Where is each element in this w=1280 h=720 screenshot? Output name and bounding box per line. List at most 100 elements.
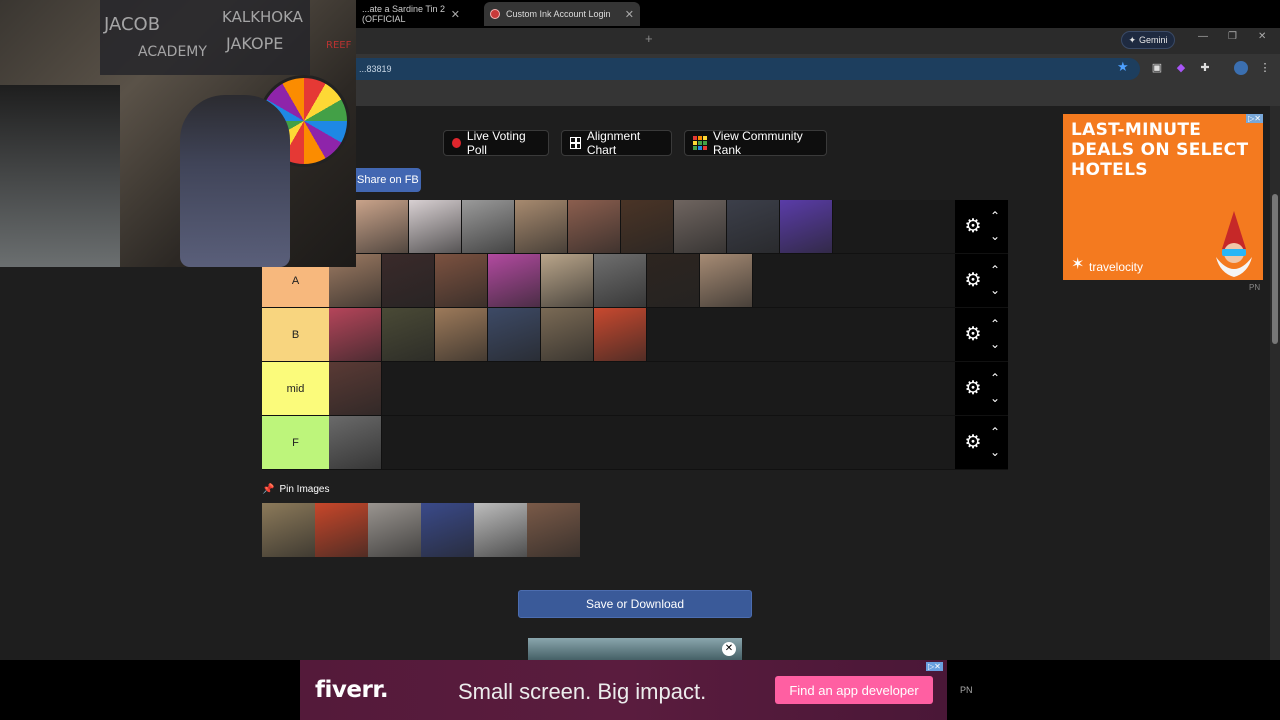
- pinned-image[interactable]: [421, 503, 474, 557]
- tier-item-image[interactable]: [409, 200, 462, 253]
- ad-headline: LAST-MINUTE DEALS ON SELECT HOTELS: [1071, 120, 1249, 180]
- bookmark-star-icon[interactable]: ★: [1117, 59, 1129, 75]
- chevron-down-icon[interactable]: ⌄: [988, 338, 1002, 350]
- pinned-image[interactable]: [262, 503, 315, 557]
- chevron-down-icon[interactable]: ⌄: [988, 446, 1002, 458]
- avatar[interactable]: [1234, 61, 1248, 75]
- close-icon[interactable]: ✕: [722, 642, 736, 656]
- find-developer-button[interactable]: Find an app developer: [775, 676, 933, 704]
- tier-item-image[interactable]: [515, 200, 568, 253]
- tier-label[interactable]: F: [262, 416, 329, 469]
- save-download-button[interactable]: Save or Download: [518, 590, 752, 618]
- ad-choices-icon[interactable]: ▷✕: [1246, 114, 1263, 123]
- new-tab-button[interactable]: +: [645, 31, 653, 46]
- scroll-thumb[interactable]: [1272, 194, 1278, 344]
- tier-label[interactable]: B: [262, 308, 329, 361]
- fiverr-ad[interactable]: fiverr. Small screen. Big impact. Find a…: [300, 660, 947, 720]
- tier-item-image[interactable]: [568, 200, 621, 253]
- tier-item-image[interactable]: [780, 200, 833, 253]
- travelocity-ad[interactable]: LAST-MINUTE DEALS ON SELECT HOTELS ✶ tra…: [1063, 114, 1263, 280]
- tier-item-image[interactable]: [488, 308, 541, 361]
- tab-sardine[interactable]: ...ate a Sardine Tin 2 (OFFICIAL ✕: [356, 2, 466, 26]
- pinned-image[interactable]: [527, 503, 580, 557]
- tier-controls: ⚙ ⌃ ⌄: [955, 254, 1008, 307]
- extension-icon[interactable]: ◆: [1174, 61, 1188, 75]
- tier-item-image[interactable]: [329, 308, 382, 361]
- pin-images-heading: 📌 Pin Images: [262, 484, 329, 495]
- gear-icon[interactable]: ⚙: [963, 217, 983, 237]
- webcam-overlay: JACOB KALKHOKA ACADEMY JAKOPE REEF: [0, 0, 356, 267]
- tier-item-image[interactable]: [594, 308, 647, 361]
- pinned-image[interactable]: [474, 503, 527, 557]
- ad-badge: PN: [960, 685, 973, 695]
- gear-icon[interactable]: ⚙: [963, 379, 983, 399]
- tier-item-image[interactable]: [382, 308, 435, 361]
- tier-item-image[interactable]: [674, 200, 727, 253]
- tier-items: [356, 200, 833, 253]
- tier-row: F ⚙ ⌃ ⌄: [262, 416, 1008, 470]
- close-icon[interactable]: ✕: [625, 8, 634, 21]
- community-rank-button[interactable]: View Community Rank: [684, 129, 827, 157]
- pinned-image[interactable]: [315, 503, 368, 557]
- tier-row: mid ⚙ ⌃ ⌄: [262, 362, 1008, 416]
- chevron-up-icon[interactable]: ⌃: [988, 210, 1002, 222]
- tier-item-image[interactable]: [621, 200, 674, 253]
- tier-item-image[interactable]: [382, 254, 435, 307]
- tier-item-image[interactable]: [356, 200, 409, 253]
- board-text: REEF: [326, 40, 352, 51]
- board-text: ACADEMY: [138, 44, 207, 60]
- gear-icon[interactable]: ⚙: [963, 433, 983, 453]
- tier-item-image[interactable]: [462, 200, 515, 253]
- chevron-down-icon[interactable]: ⌄: [988, 392, 1002, 404]
- gear-icon[interactable]: ⚙: [963, 271, 983, 291]
- minimize-button[interactable]: —: [1198, 31, 1208, 42]
- board-text: KALKHOKA: [222, 8, 303, 26]
- gemini-button[interactable]: ✦ Gemini: [1121, 31, 1175, 49]
- tier-item-image[interactable]: [541, 254, 594, 307]
- address-bar[interactable]: ...83819: [356, 58, 1140, 80]
- gnome-icon: [1216, 211, 1252, 277]
- pinned-image[interactable]: [368, 503, 421, 557]
- tier-item-image[interactable]: [435, 254, 488, 307]
- chevron-up-icon[interactable]: ⌃: [988, 318, 1002, 330]
- small-ad[interactable]: ✕: [528, 638, 742, 662]
- extension-icon[interactable]: ▣: [1150, 61, 1164, 75]
- alignment-chart-button[interactable]: Alignment Chart: [561, 129, 672, 157]
- chevron-up-icon[interactable]: ⌃: [988, 264, 1002, 276]
- tier-item-image[interactable]: [435, 308, 488, 361]
- scrollbar[interactable]: [1270, 106, 1280, 660]
- chevron-down-icon[interactable]: ⌄: [988, 284, 1002, 296]
- tier-item-image[interactable]: [329, 416, 382, 469]
- tier-controls: ⚙ ⌃ ⌄: [955, 308, 1008, 361]
- pin-images-row: [262, 503, 580, 557]
- ad-brand: travelocity: [1089, 260, 1144, 274]
- puzzle-icon[interactable]: ✚: [1198, 61, 1212, 75]
- pin-icon: 📌: [262, 484, 275, 495]
- live-voting-button[interactable]: Live Voting Poll: [443, 129, 549, 157]
- board-text: JAKOPE: [226, 34, 284, 53]
- gear-icon[interactable]: ⚙: [963, 325, 983, 345]
- tier-item-image[interactable]: [488, 254, 541, 307]
- tier-item-image[interactable]: [594, 254, 647, 307]
- tier-item-image[interactable]: [329, 362, 382, 415]
- tier-item-image[interactable]: [727, 200, 780, 253]
- pin-label: Pin Images: [279, 484, 330, 495]
- room-background: [0, 85, 120, 267]
- button-label: Live Voting Poll: [466, 129, 526, 157]
- ad-choices-icon[interactable]: ▷✕: [926, 662, 943, 671]
- close-icon[interactable]: ✕: [451, 8, 460, 21]
- chevron-up-icon[interactable]: ⌃: [988, 372, 1002, 384]
- chevron-down-icon[interactable]: ⌄: [988, 230, 1002, 242]
- tier-item-image[interactable]: [541, 308, 594, 361]
- share-fb-button[interactable]: Share on FB: [352, 168, 421, 192]
- close-window-button[interactable]: ✕: [1258, 31, 1266, 42]
- tier-item-image[interactable]: [647, 254, 700, 307]
- tier-items: [329, 254, 753, 307]
- tier-label[interactable]: mid: [262, 362, 329, 415]
- chevron-up-icon[interactable]: ⌃: [988, 426, 1002, 438]
- restore-button[interactable]: ❐: [1228, 31, 1237, 42]
- favicon-icon: [490, 9, 500, 19]
- menu-icon[interactable]: ⋮: [1258, 61, 1272, 75]
- tier-item-image[interactable]: [700, 254, 753, 307]
- tab-custom-ink[interactable]: Custom Ink Account Login ✕: [484, 2, 640, 26]
